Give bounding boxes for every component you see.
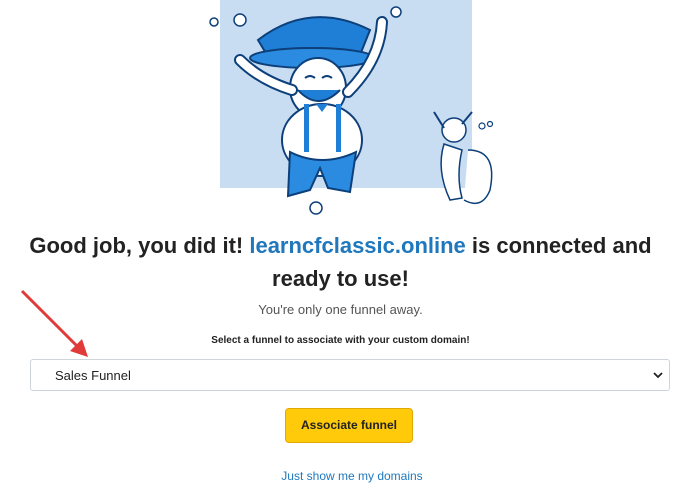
headline-prefix: Good job, you did it! (29, 233, 250, 258)
connected-domain: learncfclassic.online (249, 233, 466, 258)
funnel-select-value: Sales Funnel (55, 368, 131, 383)
hero-illustration (209, 6, 494, 215)
associate-funnel-button[interactable]: Associate funnel (285, 408, 413, 443)
subtitle: You're only one funnel away. (258, 302, 423, 317)
show-domains-link[interactable]: Just show me my domains (0, 469, 681, 483)
headline: Good job, you did it! learncfclassic.onl… (0, 229, 681, 295)
funnel-select-label: Select a funnel to associate with your c… (211, 335, 470, 346)
red-arrow-annotation-icon (20, 289, 88, 357)
funnel-select[interactable]: Sales Funnel (30, 359, 670, 391)
chevron-down-icon (653, 372, 663, 379)
